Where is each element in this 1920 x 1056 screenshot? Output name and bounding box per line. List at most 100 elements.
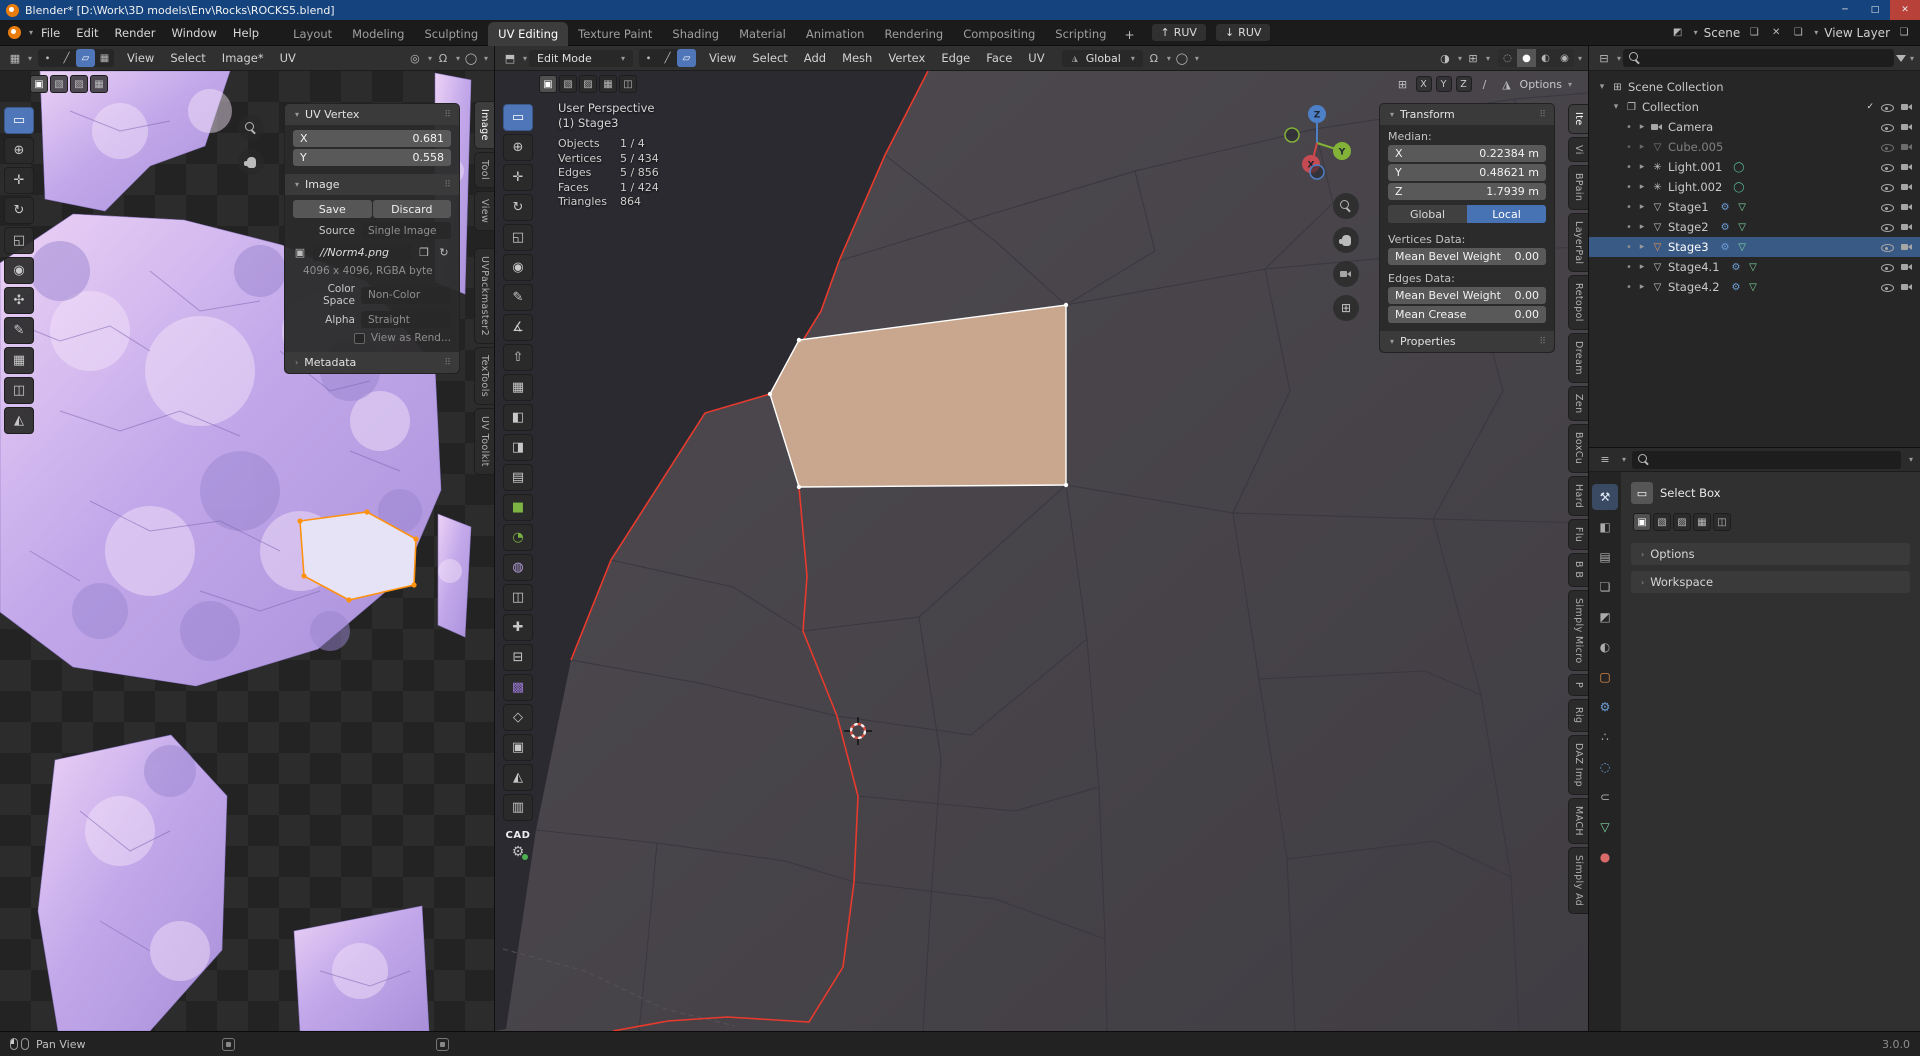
scene-selector[interactable]: Scene <box>1704 26 1741 40</box>
uv-editor-canvas[interactable]: ▣ ▧ ▨ ▦ ▭ ⊕ ✛ ↻ ◱ ◉ ✣ ✎ ▦ ◫ ◭ ▾ UV Verte… <box>0 71 494 1031</box>
drag-mode-intersect-icon[interactable]: ◫ <box>619 75 637 93</box>
editor-type-outliner-icon[interactable]: ⊟ <box>1595 49 1613 67</box>
blender-menu-icon[interactable] <box>8 26 21 39</box>
object-name[interactable]: Stage2 <box>1668 220 1709 234</box>
pan-hand-icon[interactable] <box>1333 227 1359 253</box>
eye-icon[interactable] <box>1881 101 1894 113</box>
eye-icon[interactable] <box>1881 261 1894 273</box>
mirror-x-toggle[interactable]: X <box>1416 76 1432 92</box>
camera-visibility-icon[interactable] <box>1901 181 1914 193</box>
median-y-field[interactable]: Y 0.48621 m <box>1388 164 1546 181</box>
outliner-row-stage41[interactable]: • ▸ ▽ Stage4.1 ⚙ ▽ <box>1589 257 1920 277</box>
drag-handle-icon[interactable]: ⠿ <box>444 180 451 190</box>
uv-vertex-mode-icon[interactable]: ∙ <box>38 49 57 67</box>
tab-modifiers[interactable]: ⚙ <box>1592 694 1618 720</box>
tab-simply-micro[interactable]: Simply Micro <box>1568 590 1588 672</box>
edge-mode-icon[interactable]: ╱ <box>658 49 677 67</box>
properties-search-input[interactable] <box>1655 453 1895 466</box>
ortho-persp-icon[interactable]: ⊞ <box>1333 295 1359 321</box>
drag-mode-subtract-icon[interactable]: ▨ <box>1673 513 1691 531</box>
orientation-dropdown[interactable]: ◮ Global ▾ <box>1062 50 1143 67</box>
camera-visibility-icon[interactable] <box>1901 161 1914 173</box>
texture-tool[interactable]: ▣ <box>503 734 533 761</box>
image-name-field[interactable]: //Norm4.png <box>313 244 411 261</box>
tab-item[interactable]: Ite <box>1568 104 1588 134</box>
cursor-tool[interactable]: ⊕ <box>4 137 34 164</box>
tab-fluent[interactable]: Flu <box>1568 519 1588 550</box>
camera-visibility-icon[interactable] <box>1901 261 1914 273</box>
tab-material[interactable]: Material <box>729 22 796 46</box>
filter-icon[interactable] <box>1896 55 1906 62</box>
proportional-editing-icon[interactable]: ◯ <box>1173 49 1191 67</box>
drag-handle-icon[interactable]: ⠿ <box>444 110 451 120</box>
measure-tool[interactable]: ∡ <box>503 314 533 341</box>
camera-visibility-icon[interactable] <box>1901 281 1914 293</box>
expand-arrow-icon[interactable]: ▸ <box>1637 122 1647 132</box>
annotate-tool[interactable]: ✎ <box>4 317 34 344</box>
object-name[interactable]: Cube.005 <box>1668 140 1723 154</box>
ruv-import-button[interactable]: ↓ RUV <box>1215 23 1271 42</box>
uv-menu-select[interactable]: Select <box>163 49 212 67</box>
shading-wireframe-icon[interactable]: ◌ <box>1498 49 1517 67</box>
drag-mode-invert-icon[interactable]: ▦ <box>90 75 108 93</box>
grab-tool[interactable]: ✣ <box>4 287 34 314</box>
image-panel-header[interactable]: ▾ Image ⠿ <box>285 174 459 195</box>
tab-hardops[interactable]: Hard <box>1568 476 1588 516</box>
vp-menu-mesh[interactable]: Mesh <box>835 49 879 67</box>
discard-button[interactable]: Discard <box>373 200 452 218</box>
object-name[interactable]: Light.002 <box>1668 180 1722 194</box>
tab-view[interactable]: View <box>474 191 494 231</box>
tab-dream[interactable]: Dream <box>1568 333 1588 383</box>
knife-tool[interactable]: ▤ <box>503 464 533 491</box>
snap-magnet-icon[interactable]: Ω <box>434 49 452 67</box>
drag-handle-icon[interactable]: ⠿ <box>1539 337 1546 347</box>
global-space-button[interactable]: Global <box>1388 205 1467 223</box>
object-name[interactable]: Light.001 <box>1668 160 1722 174</box>
vp-menu-vertex[interactable]: Vertex <box>881 49 932 67</box>
drag-mode-invert-icon[interactable]: ▦ <box>1693 513 1711 531</box>
vertex-mode-icon[interactable]: ∙ <box>639 49 658 67</box>
outliner-row-stage42[interactable]: • ▸ ▽ Stage4.2 ⚙ ▽ <box>1589 277 1920 297</box>
expand-arrow-icon[interactable]: ▸ <box>1637 242 1647 252</box>
metadata-panel-header[interactable]: › Metadata ⠿ <box>285 352 459 373</box>
maximize-button[interactable]: □ <box>1860 0 1890 20</box>
object-name[interactable]: Camera <box>1668 120 1713 134</box>
eye-icon[interactable] <box>1881 161 1894 173</box>
tab-layerpainter[interactable]: LayerPal <box>1568 213 1588 272</box>
properties-panel-header[interactable]: ▾ Properties ⠿ <box>1380 331 1554 352</box>
addon-pie-tool[interactable]: ◔ <box>503 524 533 551</box>
expand-arrow-icon[interactable]: ▸ <box>1637 262 1647 272</box>
menu-help[interactable]: Help <box>225 23 267 43</box>
drag-mode-new-icon[interactable]: ▣ <box>539 75 557 93</box>
transform-tool[interactable]: ◉ <box>503 254 533 281</box>
randomize-tool[interactable]: ▥ <box>503 794 533 821</box>
copy-view-layer-icon[interactable]: ❏ <box>1896 25 1912 41</box>
camera-view-icon[interactable] <box>1333 261 1359 287</box>
alpha-dropdown[interactable]: Straight <box>361 311 451 328</box>
tab-compositing[interactable]: Compositing <box>953 22 1045 46</box>
tab-world[interactable]: ◐ <box>1592 634 1618 660</box>
shading-solid-icon[interactable]: ● <box>1517 49 1536 67</box>
mode-dropdown[interactable]: Edit Mode ▾ <box>529 50 633 67</box>
select-box-tool[interactable]: ▭ <box>4 107 34 134</box>
tab-view[interactable]: Vi <box>1568 137 1588 163</box>
local-space-button[interactable]: Local <box>1467 205 1546 223</box>
tab-sculpting[interactable]: Sculpting <box>414 22 488 46</box>
uv-vertex-panel-header[interactable]: ▾ UV Vertex ⠿ <box>285 104 459 125</box>
outliner-row-stage2[interactable]: • ▸ ▽ Stage2 ⚙ ▽ <box>1589 217 1920 237</box>
tab-rig[interactable]: Rig <box>1568 699 1588 731</box>
vp-menu-edge[interactable]: Edge <box>934 49 977 67</box>
object-name[interactable]: Stage4.1 <box>1668 260 1720 274</box>
mirror-z-toggle[interactable]: Z <box>1456 76 1472 92</box>
tab-scripting[interactable]: Scripting <box>1045 22 1116 46</box>
menu-render[interactable]: Render <box>107 23 164 43</box>
menu-window[interactable]: Window <box>164 23 225 43</box>
tab-retopoflow[interactable]: Retopol <box>1568 275 1588 330</box>
tab-view-layer[interactable]: ❏ <box>1592 574 1618 600</box>
object-name[interactable]: Scene Collection <box>1628 80 1724 94</box>
eye-icon[interactable] <box>1881 121 1894 133</box>
transform-tool[interactable]: ◉ <box>4 257 34 284</box>
eye-icon[interactable] <box>1881 221 1894 233</box>
tab-particles[interactable]: ∴ <box>1592 724 1618 750</box>
tab-image[interactable]: Image <box>474 101 494 149</box>
